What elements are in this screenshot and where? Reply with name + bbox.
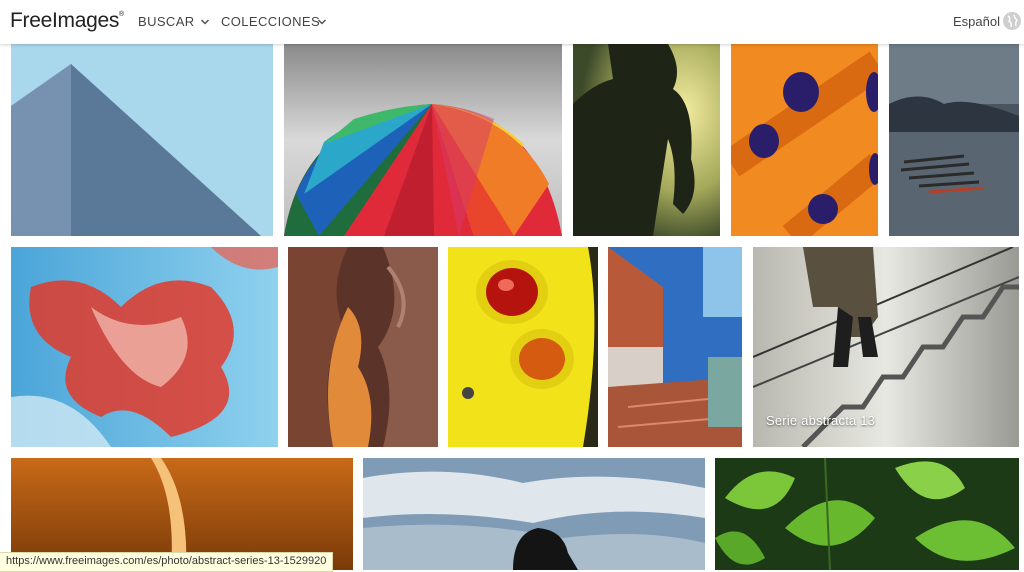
- language-selector[interactable]: Español: [953, 14, 1000, 29]
- photo-tile-leaves[interactable]: [715, 458, 1019, 570]
- photo-tile-yellow-car[interactable]: [448, 247, 598, 447]
- photo-tile-silhouette[interactable]: [573, 44, 720, 236]
- photo-tile-blur-abstract[interactable]: [11, 247, 278, 447]
- photo-tile-canyon[interactable]: [288, 247, 438, 447]
- photo-caption: Serie abstracta 13: [766, 413, 876, 428]
- photo-tile-stairs[interactable]: Serie abstracta 13: [753, 247, 1019, 447]
- photo-tile-blue-building[interactable]: [608, 247, 742, 447]
- chevron-down-icon[interactable]: [200, 14, 210, 25]
- photo-tile-sky-silhouette[interactable]: [363, 458, 705, 570]
- photo-tile-umbrella[interactable]: [284, 44, 562, 236]
- photo-tile-orange-abstract[interactable]: [731, 44, 878, 236]
- top-navigation-bar: FreeImages® BUSCAR COLECCIONES Español: [0, 0, 1024, 44]
- link-hover-status-bar: https://www.freeimages.com/es/photo/abst…: [0, 552, 334, 572]
- nav-buscar[interactable]: BUSCAR: [138, 14, 195, 29]
- nav-colecciones[interactable]: COLECCIONES: [221, 14, 320, 29]
- registered-mark: ®: [119, 11, 124, 18]
- logo-text: FreeImages: [10, 9, 120, 32]
- photo-tile-lake-boats[interactable]: [889, 44, 1019, 236]
- freeimages-logo[interactable]: FreeImages®: [10, 9, 124, 33]
- chevron-down-icon[interactable]: [317, 14, 327, 25]
- photo-tile-pyramid[interactable]: [11, 44, 273, 236]
- globe-icon[interactable]: [1003, 12, 1021, 30]
